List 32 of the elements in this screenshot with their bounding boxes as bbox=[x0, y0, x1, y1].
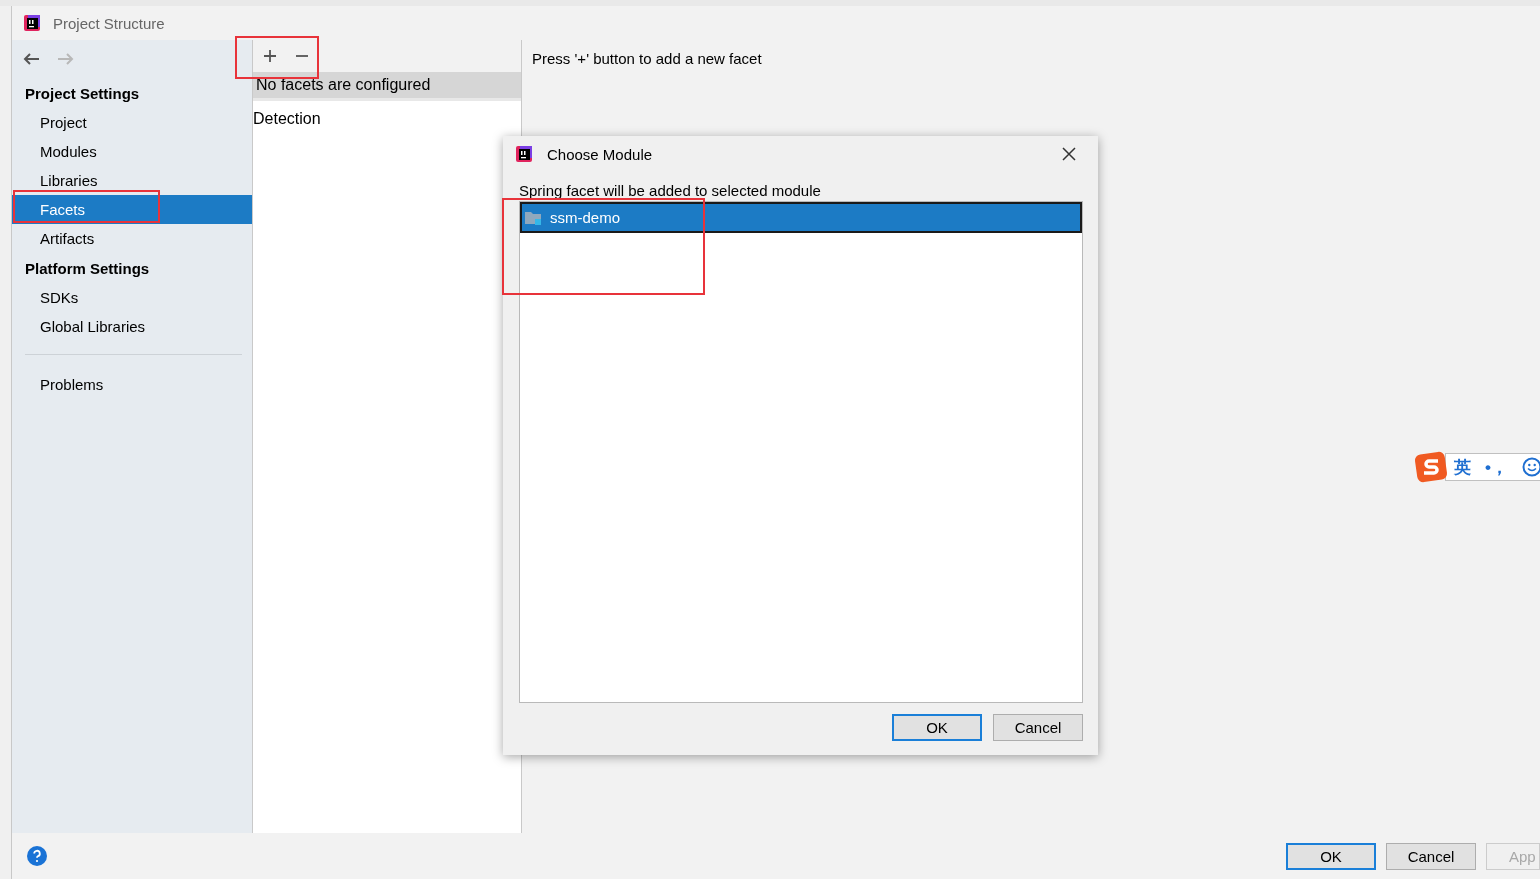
add-icon[interactable] bbox=[263, 49, 277, 63]
sidebar-item[interactable]: SDKs bbox=[12, 283, 252, 312]
dialog-button[interactable]: Cancel bbox=[993, 714, 1083, 741]
list-header: No facets are configured bbox=[253, 72, 521, 101]
sidebar-item[interactable]: Modules bbox=[12, 137, 252, 166]
section-heading: Platform Settings bbox=[24, 259, 151, 279]
app-logo-icon bbox=[23, 14, 41, 32]
back-arrow-icon[interactable] bbox=[23, 51, 41, 67]
app-logo-icon bbox=[515, 145, 533, 163]
footer-button[interactable]: OK bbox=[1286, 842, 1376, 870]
sidebar-item[interactable]: Libraries bbox=[12, 166, 252, 195]
dialog-button[interactable]: OK bbox=[892, 714, 982, 741]
window-title: Project Structure bbox=[53, 14, 165, 32]
module-name: ssm-demo bbox=[550, 209, 620, 226]
ime-mode[interactable]: 英 bbox=[1454, 455, 1471, 479]
ime-punctuation[interactable]: •， bbox=[1485, 455, 1508, 479]
dialog-title: Choose Module bbox=[547, 145, 653, 163]
hint-text: Press '+' button to add a new facet bbox=[532, 50, 763, 67]
smiley-icon bbox=[1521, 457, 1540, 477]
help-icon bbox=[27, 846, 47, 866]
module-list-item[interactable]: ssm-demo bbox=[520, 202, 1082, 233]
sidebar-item[interactable]: Problems bbox=[12, 370, 252, 399]
facet-list-item[interactable]: Detection bbox=[253, 107, 521, 131]
sidebar-item[interactable]: Facets bbox=[12, 195, 252, 224]
sidebar-item[interactable]: Global Libraries bbox=[12, 312, 252, 341]
sidebar-item[interactable]: Artifacts bbox=[12, 224, 252, 253]
sidebar-item[interactable]: Project bbox=[12, 108, 252, 137]
folder-icon bbox=[524, 209, 542, 226]
footer-button[interactable]: Cancel bbox=[1386, 842, 1476, 870]
close-icon[interactable] bbox=[1062, 147, 1076, 161]
section-heading: Project Settings bbox=[24, 84, 141, 104]
dialog-message: Spring facet will be added to selected module bbox=[518, 181, 822, 201]
